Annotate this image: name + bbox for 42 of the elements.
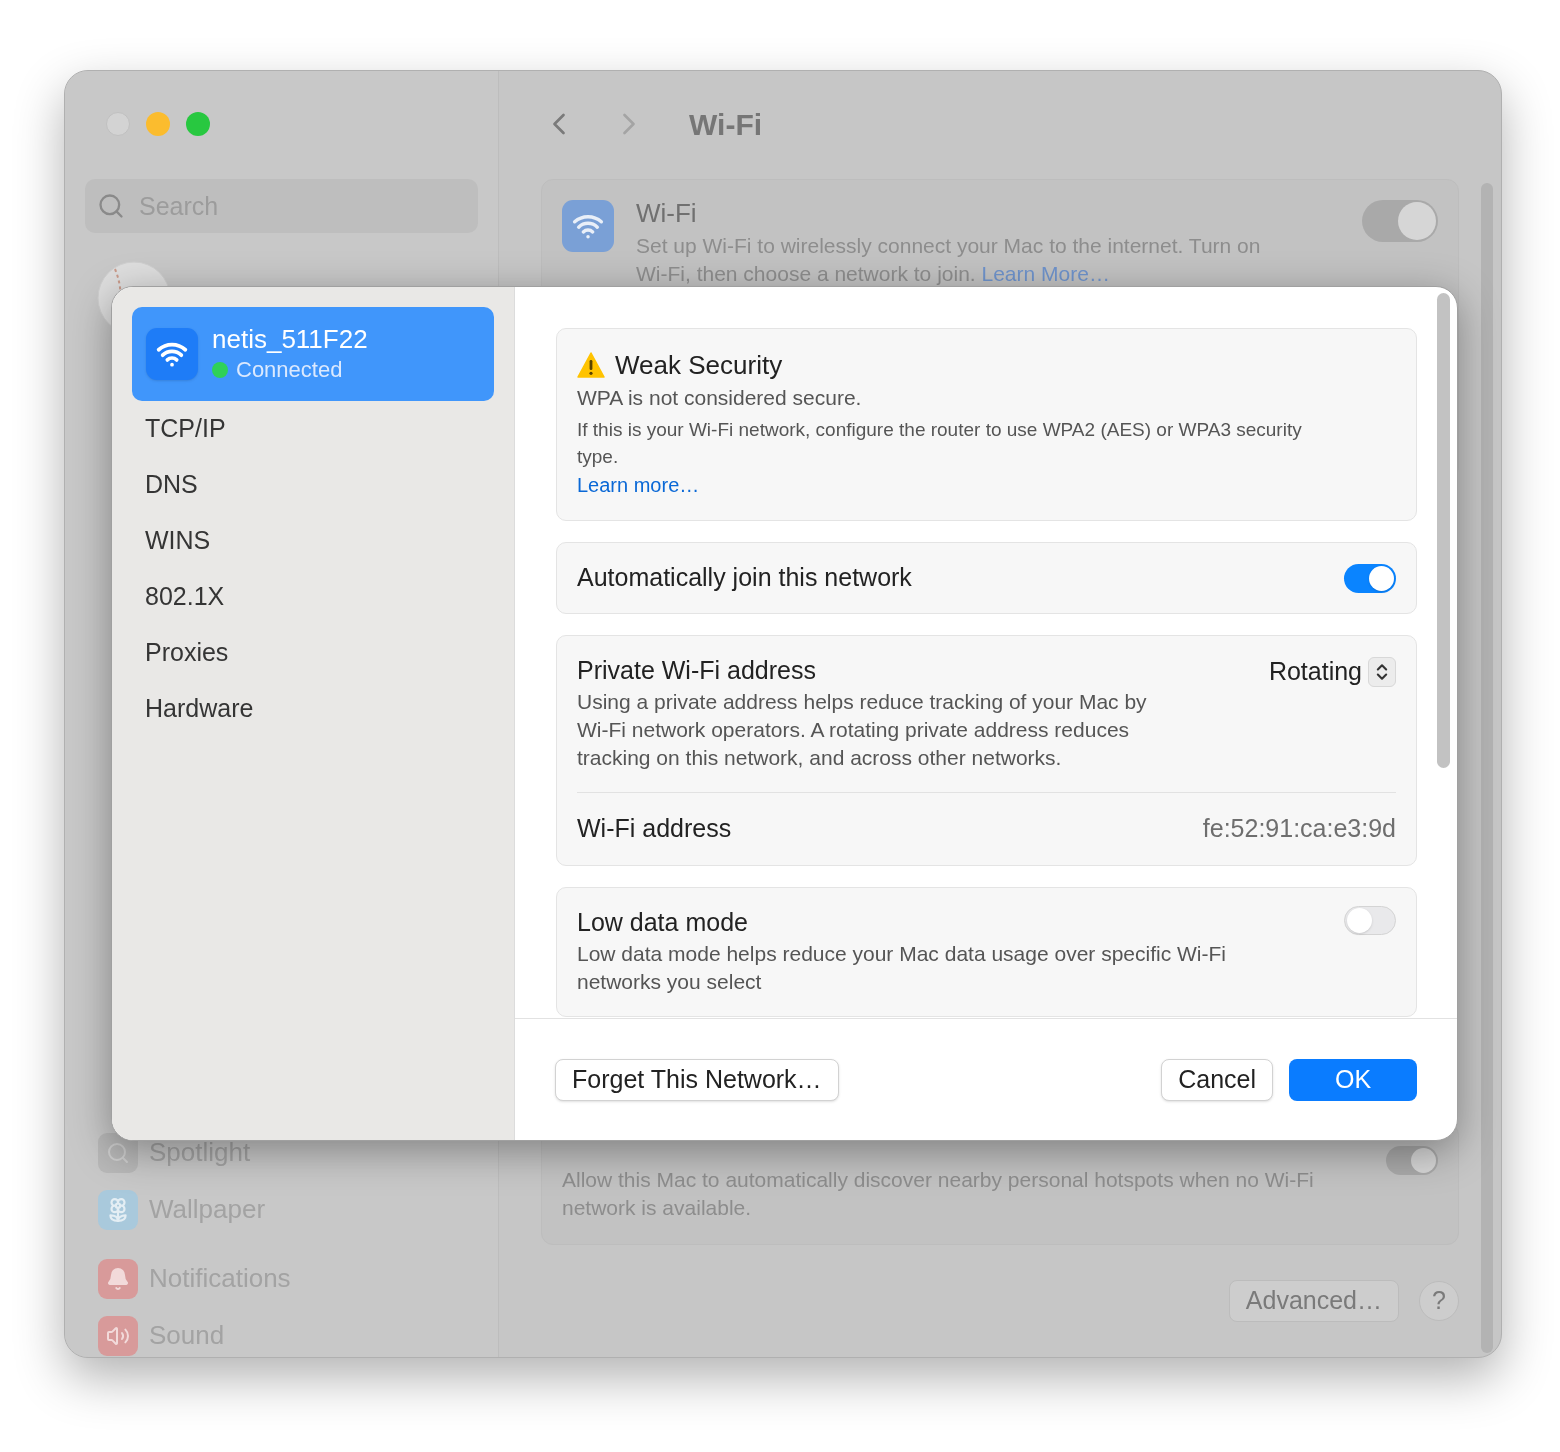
forget-network-button[interactable]: Forget This Network… xyxy=(555,1058,839,1101)
network-item[interactable]: netis_511F22 Connected xyxy=(132,307,494,401)
network-name: netis_511F22 xyxy=(212,323,368,355)
toggle-switch[interactable] xyxy=(1344,563,1396,593)
page-title: Wi-Fi xyxy=(689,106,763,143)
toggle-switch[interactable] xyxy=(1386,1146,1438,1175)
minimize-window-button[interactable] xyxy=(146,112,170,136)
advanced-button[interactable]: Advanced… xyxy=(1228,1280,1399,1322)
wifi-title: Wi-Fi xyxy=(636,198,698,228)
help-button[interactable]: ? xyxy=(1419,1281,1459,1321)
toggle-switch[interactable] xyxy=(1344,906,1396,935)
section-item[interactable]: Proxies xyxy=(132,625,494,681)
ok-button[interactable]: OK xyxy=(1289,1058,1417,1101)
wifi-address-label: Wi-Fi address xyxy=(577,813,732,845)
auto-join-label: Automatically join this network xyxy=(577,562,912,594)
weak-security-title: Weak Security xyxy=(615,349,783,381)
section-item[interactable]: 802.1X xyxy=(132,569,494,625)
warning-icon xyxy=(577,352,605,378)
section-item[interactable]: Hardware xyxy=(132,681,494,737)
low-data-mode-description: Low data mode helps reduce your Mac data usage over specific Wi-Fi networks you select xyxy=(577,941,1227,995)
section-item[interactable]: DNS xyxy=(132,457,494,513)
weak-security-description: If this is your Wi-Fi network, configure the router to use WPA2 (AES) or WPA3 security type. xyxy=(577,418,1303,469)
network-status: Connected xyxy=(236,356,343,384)
private-address-title: Private Wi-Fi address xyxy=(577,655,817,686)
toggle-switch[interactable] xyxy=(1362,200,1438,242)
section-item[interactable]: TCP/IP xyxy=(132,401,494,457)
private-address-description: Using a private address helps reduce tracking of your Mac by Wi-Fi network operators. A rotating private address reduces tracking on this network, and across other networks. xyxy=(577,689,1148,771)
section-item[interactable]: WINS xyxy=(132,513,494,569)
bell-icon xyxy=(98,1258,138,1299)
zoom-window-button[interactable] xyxy=(186,112,210,136)
speaker-icon xyxy=(98,1315,138,1356)
weak-security-subtitle: WPA is not considered secure. xyxy=(577,385,863,411)
wifi-address-value: fe:52:91:ca:e3:9d xyxy=(1202,813,1396,845)
rotating-popup[interactable]: Rotating xyxy=(1268,654,1396,690)
magnifier-icon xyxy=(98,1132,138,1173)
wifi-icon xyxy=(146,328,198,380)
low-data-mode-title: Low data mode xyxy=(577,907,749,938)
cancel-button[interactable]: Cancel xyxy=(1161,1058,1273,1101)
wifi-app-icon xyxy=(562,200,614,252)
flower-icon xyxy=(98,1189,138,1230)
search-icon xyxy=(97,192,125,220)
learn-more-link[interactable]: Learn more… xyxy=(577,470,700,500)
